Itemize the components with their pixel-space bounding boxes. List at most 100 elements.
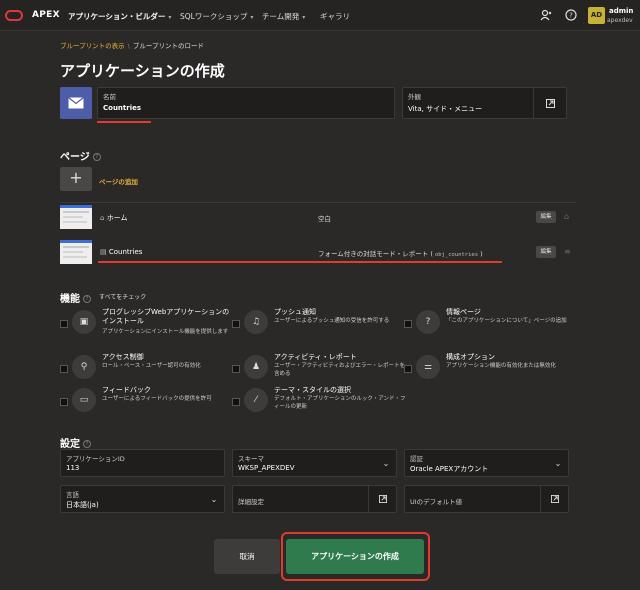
feature-push-notifications: ♫ プッシュ通知 ユーザーによるプッシュ通知の受信を許可する	[232, 308, 402, 342]
field-value[interactable]: 113	[66, 464, 79, 472]
feature-title: プッシュ通知	[274, 308, 316, 316]
appearance-field[interactable]: 外観 Vita, サイド・メニュー	[402, 87, 567, 119]
name-field[interactable]: 名前 Countries	[97, 87, 395, 119]
field-label: 認証	[410, 455, 423, 463]
chevron-down-icon[interactable]: ⌄	[548, 450, 568, 476]
feature-access-control: ⚲ アクセス制御 ロール・ベース・ユーザー認可の有効化	[60, 353, 230, 387]
user-search-icon[interactable]	[540, 9, 552, 24]
field-label: アプリケーションID	[66, 455, 125, 463]
help-icon[interactable]: ?	[83, 295, 91, 303]
add-page-button[interactable]: +	[60, 167, 92, 191]
field-label: スキーマ	[238, 455, 264, 463]
paintbrush-icon: ⁄	[244, 388, 268, 412]
field-label: 詳細設定	[238, 498, 264, 506]
feature-checkbox[interactable]	[232, 398, 240, 406]
oracle-logo-icon[interactable]	[5, 10, 23, 21]
breadcrumb-link-view-blueprint[interactable]: ブループリントの表示	[60, 42, 125, 50]
feature-description: 「このアプリケーションについて」ページの追加	[446, 318, 567, 324]
add-page-link[interactable]: ページの追加	[99, 176, 138, 186]
chevron-down-icon[interactable]: ⌄	[376, 450, 396, 476]
user-chart-icon: ♟	[244, 355, 268, 379]
feature-description: アプリケーション機能の有効化または無効化	[446, 363, 556, 369]
nav-sql-workshop[interactable]: SQLワークショップ ▾	[180, 11, 253, 22]
sliders-icon: ⚌	[416, 355, 440, 379]
feature-activity-reporting: ♟ アクティビティ・レポート ユーザー・アクティビティおよびエラー・レポートを含…	[232, 353, 405, 387]
feature-pwa: ▣ プログレッシブWebアプリケーションのインストール アプリケーションにインス…	[60, 308, 230, 342]
feature-checkbox[interactable]	[404, 365, 412, 373]
name-field-value[interactable]: Countries	[103, 104, 141, 112]
user-name[interactable]: admin	[609, 7, 633, 15]
page-name: ▤ Countries	[100, 248, 143, 256]
feature-title: 情報ページ	[446, 308, 481, 316]
feature-checkbox[interactable]	[60, 320, 68, 328]
envelope-icon	[68, 97, 84, 109]
language-select[interactable]: 言語 日本語(ja) ⌄	[60, 485, 225, 513]
page-type: 空白	[318, 215, 331, 223]
cube-icon: ▣	[72, 310, 96, 334]
feature-checkbox[interactable]	[232, 320, 240, 328]
help-icon[interactable]: ?	[565, 9, 577, 24]
feature-title: 構成オプション	[446, 353, 495, 361]
feature-theme-style-selection: ⁄ テーマ・スタイルの選択 デフォルト・アプリケーションのルック・アンド・フィー…	[232, 386, 406, 420]
drag-handle-icon[interactable]: ≡	[564, 247, 571, 256]
highlight-underline-page	[98, 261, 502, 263]
chevron-down-icon: ▾	[250, 14, 254, 21]
create-application-button[interactable]: アプリケーションの作成	[286, 539, 424, 574]
feature-checkbox[interactable]	[60, 365, 68, 373]
feature-title: アクセス制御	[102, 353, 144, 361]
ui-defaults-field[interactable]: UIのデフォルト値	[404, 485, 569, 513]
application-id-field[interactable]: アプリケーションID 113	[60, 449, 225, 477]
appearance-field-label: 外観	[408, 93, 421, 101]
cancel-button[interactable]: 取消	[214, 539, 280, 574]
breadcrumb: ブループリントの表示 \ ブループリントのロード	[60, 40, 204, 50]
feature-title: テーマ・スタイルの選択	[274, 386, 351, 394]
field-value: Oracle APEXアカウント	[410, 465, 489, 473]
home-icon: ⌂	[564, 212, 570, 221]
open-dialog-icon[interactable]	[540, 486, 568, 512]
apex-brand[interactable]: APEX	[32, 10, 60, 20]
feature-description: ユーザー・アクティビティおよびエラー・レポートを含める	[274, 363, 405, 377]
feature-title: プログレッシブWebアプリケーションのインストール	[102, 308, 230, 325]
edit-page-button[interactable]: 編集	[536, 246, 556, 258]
feature-description: ユーザーによるフィードバックの提供を許可	[102, 396, 212, 402]
check-all-link[interactable]: すべてをチェック	[99, 292, 146, 301]
nav-gallery[interactable]: ギャラリ	[320, 11, 350, 22]
authentication-select[interactable]: 認証 Oracle APEXアカウント ⌄	[404, 449, 569, 477]
chevron-down-icon: ▾	[168, 14, 172, 21]
avatar[interactable]: AD	[588, 7, 605, 24]
top-navigation-bar: APEX アプリケーション・ビルダー ▾ SQLワークショップ ▾ チーム開発 ▾ ギ…	[0, 0, 640, 31]
feature-description: ロール・ベース・ユーザー認可の有効化	[102, 363, 201, 369]
nav-team-development[interactable]: チーム開発 ▾	[262, 11, 305, 22]
page-title: アプリケーションの作成	[60, 62, 225, 80]
field-value: WKSP_APEXDEV	[238, 464, 295, 472]
table-icon: ▤	[100, 248, 107, 256]
help-icon[interactable]: ?	[92, 153, 101, 161]
help-icon[interactable]: ?	[83, 440, 91, 448]
chevron-down-icon[interactable]: ⌄	[204, 486, 224, 512]
feature-title: アクティビティ・レポート	[274, 353, 357, 361]
feature-checkbox[interactable]	[404, 320, 412, 328]
edit-page-button[interactable]: 編集	[536, 211, 556, 223]
appearance-field-value: Vita, サイド・メニュー	[408, 105, 483, 113]
advanced-settings-field[interactable]: 詳細設定	[232, 485, 397, 513]
field-value: 日本語(ja)	[66, 501, 99, 509]
app-icon-picker[interactable]	[60, 87, 92, 119]
page-thumbnail	[60, 205, 92, 229]
pages-section-title: ページ?	[60, 148, 101, 163]
svg-text:?: ?	[569, 12, 573, 20]
feature-description: アプリケーションにインストール機能を提供します	[102, 329, 229, 335]
nav-app-builder[interactable]: アプリケーション・ビルダー ▾	[68, 11, 171, 22]
open-dialog-icon[interactable]	[533, 88, 566, 118]
question-icon: ?	[416, 310, 440, 334]
feature-checkbox[interactable]	[232, 365, 240, 373]
open-dialog-icon[interactable]	[368, 486, 396, 512]
page-thumbnail	[60, 240, 92, 264]
page-type: フォーム付きの対話モード・レポート ( obj_countries )	[318, 250, 483, 258]
schema-select[interactable]: スキーマ WKSP_APEXDEV ⌄	[232, 449, 397, 477]
page-row: ⌂ ホーム 空白 編集 ⌂	[60, 202, 576, 231]
feature-description: ユーザーによるプッシュ通知の受信を許可する	[274, 318, 390, 324]
feature-title: フィードバック	[102, 386, 151, 394]
feature-checkbox[interactable]	[60, 398, 68, 406]
breadcrumb-separator: \	[127, 42, 130, 50]
features-section-title: 機能?	[60, 290, 91, 305]
